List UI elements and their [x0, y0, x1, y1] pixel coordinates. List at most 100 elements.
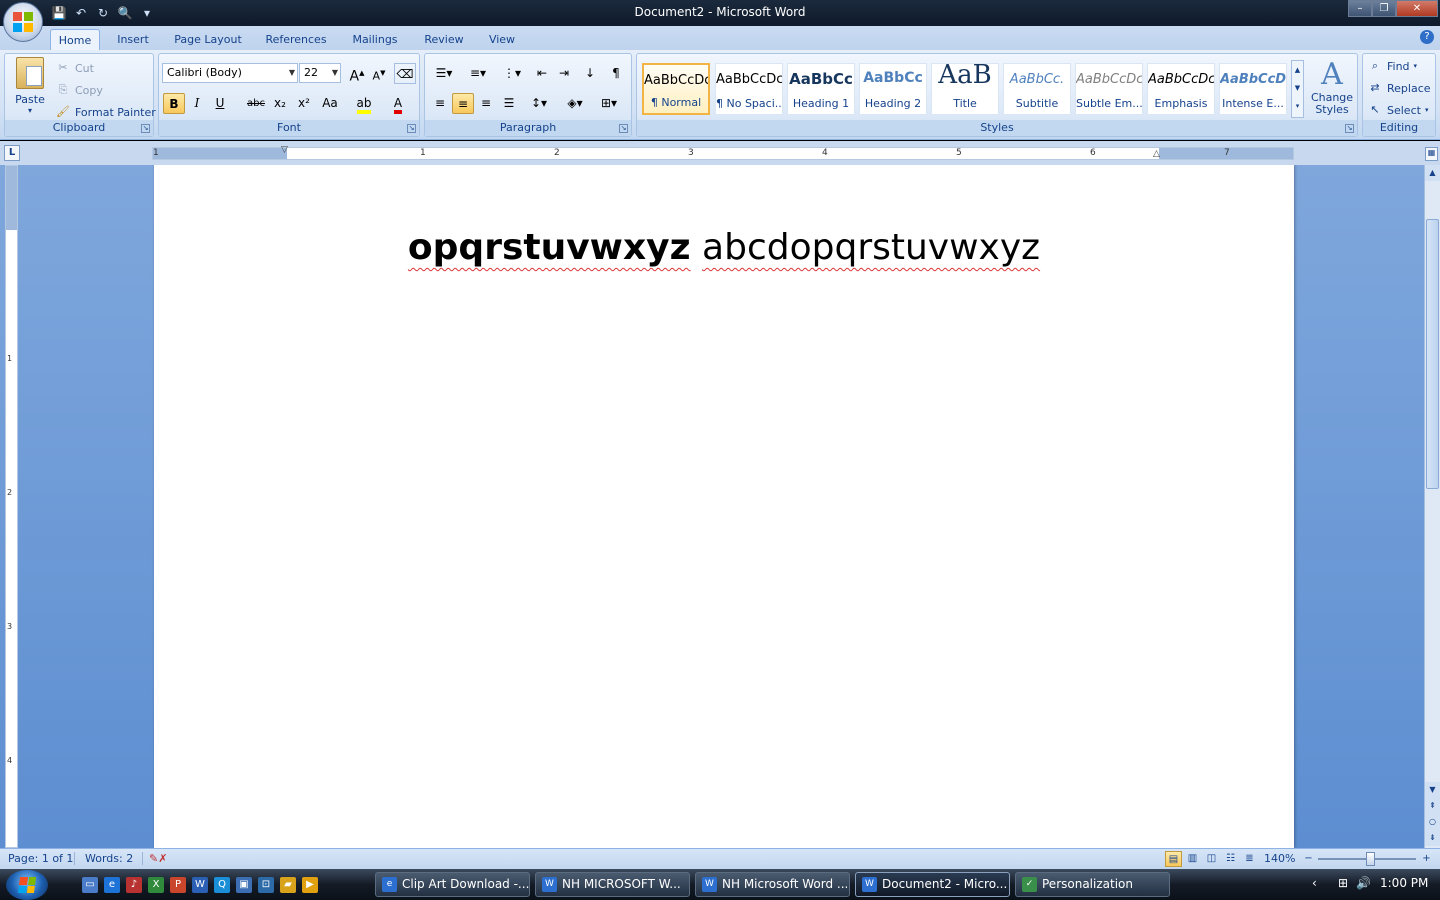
align-left-button[interactable]: ≡	[429, 93, 451, 114]
start-button[interactable]	[6, 870, 48, 900]
borders-button[interactable]: ⊞▾	[595, 93, 623, 114]
align-right-button[interactable]: ≡	[475, 93, 497, 114]
replace-button[interactable]: ⇄ Replace	[1367, 78, 1430, 98]
taskbar-item-personalization[interactable]: ✓ Personalization	[1015, 872, 1170, 897]
media-player-icon[interactable]: ▶	[302, 877, 318, 893]
internet-explorer-icon[interactable]: e	[104, 877, 120, 893]
select-browse-object-icon[interactable]: ○	[1425, 814, 1440, 830]
show-desktop-icon[interactable]: ▭	[82, 877, 98, 893]
select-button[interactable]: ↖ Select ▾	[1367, 100, 1428, 120]
document-paragraph[interactable]: opqrstuvwxyz abcdopqrstuvwxyz	[154, 227, 1294, 268]
tab-mailings[interactable]: Mailings	[344, 29, 406, 50]
volume-icon[interactable]: 🔊	[1356, 876, 1371, 890]
cut-button[interactable]: ✂ Cut	[55, 58, 94, 78]
tab-insert[interactable]: Insert	[108, 29, 158, 50]
styles-gallery-scroll[interactable]: ▲ ▼ ▾	[1291, 60, 1304, 118]
shading-button[interactable]: ◈▾	[561, 93, 589, 114]
paste-button[interactable]: Paste ▾	[9, 57, 51, 119]
style-heading-1[interactable]: AaBbCc Heading 1	[787, 63, 855, 115]
previous-page-icon[interactable]: ⇞	[1425, 798, 1440, 814]
decrease-indent-button[interactable]: ⇤	[531, 63, 553, 84]
scroll-up-icon[interactable]: ▲	[1425, 165, 1440, 181]
view-ruler-button[interactable]: ▦	[1425, 147, 1438, 161]
next-page-icon[interactable]: ⇟	[1425, 830, 1440, 846]
justify-button[interactable]: ☰	[498, 93, 520, 114]
vertical-ruler[interactable]: 1 2 3 4	[5, 165, 18, 848]
grow-font-button[interactable]: A▲	[346, 63, 368, 85]
folder-icon[interactable]: ▰	[280, 877, 296, 893]
proofing-icon[interactable]: ✎✗	[142, 852, 167, 865]
font-family-combo[interactable]: Calibri (Body) ▼	[162, 63, 298, 83]
bullets-button[interactable]: ☰▾	[429, 63, 459, 84]
font-color-button[interactable]: A	[385, 93, 411, 114]
first-line-indent-icon[interactable]: ▽	[281, 145, 288, 155]
strikethrough-button[interactable]: abc	[245, 93, 267, 114]
computer-icon[interactable]: ▣	[236, 877, 252, 893]
office-button[interactable]	[3, 2, 43, 42]
document-page[interactable]: opqrstuvwxyz abcdopqrstuvwxyz	[154, 165, 1294, 848]
maximize-button[interactable]: ❐	[1372, 0, 1396, 17]
numbering-button[interactable]: ≡▾	[463, 63, 493, 84]
font-size-combo[interactable]: 22 ▼	[299, 63, 341, 83]
multilevel-list-button[interactable]: ⋮▾	[497, 63, 527, 84]
tray-expand-icon[interactable]: ‹	[1312, 876, 1317, 890]
underline-button[interactable]: U	[209, 93, 231, 114]
network-tray-icon[interactable]: ⊞	[1338, 876, 1348, 890]
minimize-button[interactable]: –	[1348, 0, 1372, 17]
style-title[interactable]: AaB Title	[931, 60, 999, 115]
tab-home[interactable]: Home	[50, 29, 100, 50]
taskbar-item-clip-art[interactable]: e Clip Art Download -...	[375, 872, 530, 897]
right-indent-icon[interactable]: △	[1153, 149, 1160, 159]
word-count[interactable]: Words: 2	[74, 852, 133, 865]
excel-icon[interactable]: X	[148, 877, 164, 893]
find-button[interactable]: ⌕ Find ▾	[1367, 56, 1417, 76]
italic-button[interactable]: I	[186, 93, 208, 114]
outline-view-button[interactable]: ☷	[1222, 851, 1239, 867]
tab-page-layout[interactable]: Page Layout	[168, 29, 248, 50]
style-subtitle[interactable]: AaBbCc. Subtitle	[1003, 63, 1071, 115]
highlight-button[interactable]: ab	[351, 93, 377, 114]
clipboard-launcher-icon[interactable]: ↘	[141, 124, 150, 133]
zoom-out-button[interactable]: −	[1300, 851, 1317, 867]
taskbar-item-nh-microsoft-w[interactable]: W NH MICROSOFT W...	[535, 872, 690, 897]
change-styles-button[interactable]: A Change Styles	[1309, 58, 1355, 120]
help-icon[interactable]: ?	[1420, 30, 1434, 44]
clock[interactable]: 1:00 PM	[1380, 876, 1428, 890]
copy-button[interactable]: ⎘ Copy	[55, 80, 103, 100]
powerpoint-icon[interactable]: P	[170, 877, 186, 893]
print-layout-view-button[interactable]: ▤	[1165, 851, 1182, 867]
web-layout-button[interactable]: ◫	[1203, 851, 1220, 867]
format-painter-button[interactable]: 🖌 Format Painter	[55, 102, 156, 122]
search-icon[interactable]: Q	[214, 877, 230, 893]
word-icon[interactable]: W	[192, 877, 208, 893]
style-normal[interactable]: AaBbCcDc ¶ Normal	[642, 63, 710, 115]
tab-review[interactable]: Review	[418, 29, 470, 50]
draft-view-button[interactable]: ≣	[1241, 851, 1258, 867]
tab-references[interactable]: References	[258, 29, 334, 50]
page-count[interactable]: Page: 1 of 1	[8, 852, 73, 865]
paragraph-launcher-icon[interactable]: ↘	[619, 124, 628, 133]
bold-text-run[interactable]: opqrstuvwxyz	[408, 227, 691, 268]
style-subtle-emphasis[interactable]: AaBbCcDc Subtle Em...	[1075, 63, 1143, 115]
style-emphasis[interactable]: AaBbCcDc Emphasis	[1147, 63, 1215, 115]
full-screen-reading-button[interactable]: ▥	[1184, 851, 1201, 867]
scroll-thumb[interactable]	[1426, 219, 1439, 489]
media-icon[interactable]: ♪	[126, 877, 142, 893]
sort-button[interactable]: ↓	[579, 63, 601, 84]
change-case-button[interactable]: Aa	[317, 93, 343, 114]
bold-button[interactable]: B	[163, 93, 185, 114]
zoom-in-button[interactable]: +	[1418, 851, 1435, 867]
zoom-level[interactable]: 140%	[1264, 852, 1295, 865]
superscript-button[interactable]: x²	[293, 93, 315, 114]
tab-selector[interactable]: L	[4, 145, 20, 161]
taskbar-item-document2[interactable]: W Document2 - Micro...	[855, 872, 1010, 897]
increase-indent-button[interactable]: ⇥	[553, 63, 575, 84]
horizontal-ruler[interactable]: ▽ △ 1 1 2 3 4 5 6 7	[152, 145, 1294, 160]
tab-view[interactable]: View	[480, 29, 524, 50]
close-button[interactable]: ✕	[1396, 0, 1438, 17]
shrink-font-button[interactable]: A▼	[368, 63, 390, 84]
center-button[interactable]: ≡	[452, 93, 474, 114]
network-icon[interactable]: ⊡	[258, 877, 274, 893]
zoom-slider-thumb[interactable]	[1366, 852, 1375, 866]
style-intense-emphasis[interactable]: AaBbCcDc Intense E...	[1219, 63, 1287, 115]
